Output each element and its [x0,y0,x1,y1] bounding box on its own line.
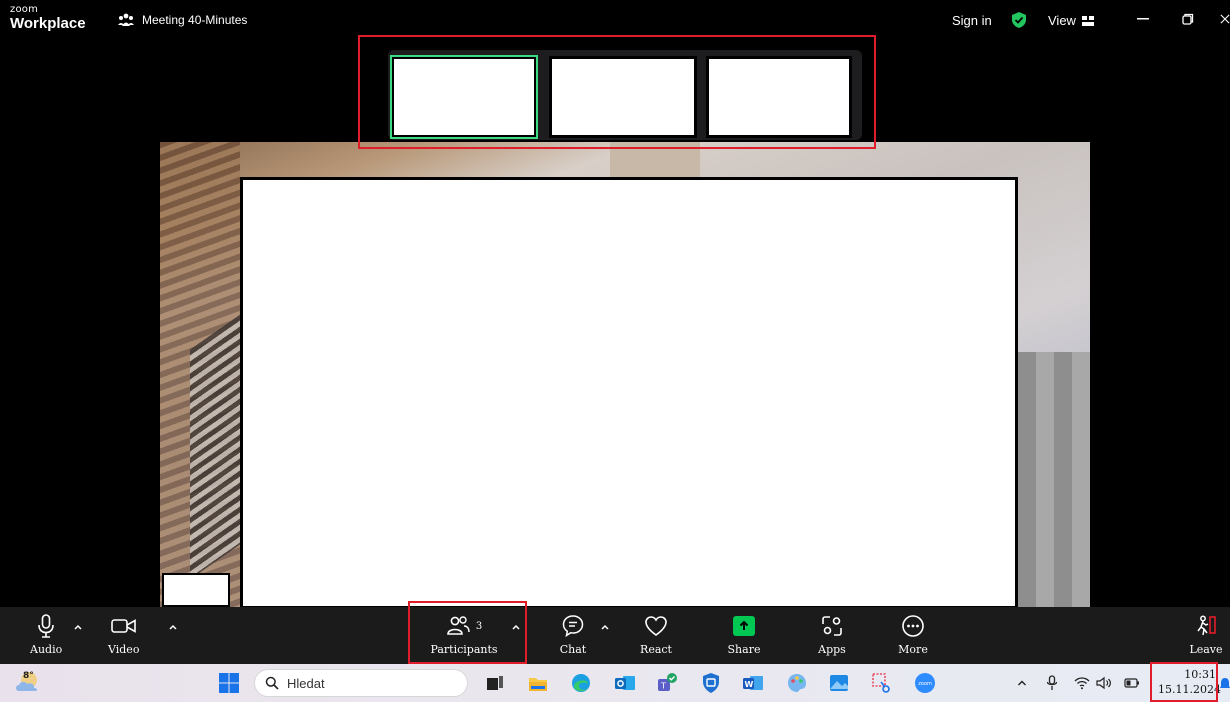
participants-count-badge: 3 [475,620,483,632]
chat-bubble-icon [562,615,584,638]
photos-icon[interactable] [828,672,850,694]
app-logo: zoom Workplace [10,4,86,32]
defender-shield-icon[interactable] [700,672,722,694]
chat-label: Chat [559,643,587,656]
brand-name-label: Workplace [10,15,86,32]
participant-thumbnail[interactable] [390,55,538,139]
restore-button[interactable] [1179,10,1197,28]
task-view-icon[interactable] [484,672,506,694]
participant-thumbnail[interactable] [706,56,852,138]
close-icon [1220,14,1230,24]
video-label: Video [108,643,140,656]
apps-icon [822,616,842,636]
tray-microphone-icon[interactable] [1044,675,1060,691]
grid-view-icon [1081,15,1094,26]
svg-text:T: T [660,682,666,691]
participants-button[interactable]: 3 Participants [418,613,510,656]
more-button[interactable]: More [895,613,931,656]
clock-time: 10:31 [1184,668,1216,681]
taskbar-clock[interactable]: 10:31 15.11.2024 [1158,667,1221,697]
outlook-icon[interactable] [614,672,636,694]
weather-temperature: 8° [23,671,34,681]
meeting-control-bar: Audio Video 3 Participants Chat React Sh… [0,601,1230,664]
video-button[interactable]: Video [108,613,139,656]
clock-date: 15.11.2024 [1158,683,1221,696]
word-icon[interactable]: W [742,672,764,694]
brand-small-label: zoom [10,4,39,15]
participant-thumbnail-strip [388,50,862,140]
battery-icon[interactable] [1124,675,1140,691]
view-menu-button[interactable]: View [1048,13,1094,28]
windows-start-icon[interactable] [218,672,240,694]
meeting-info[interactable]: Meeting 40-Minutes [118,13,247,27]
sign-in-button[interactable]: Sign in [952,13,992,28]
shared-screen-content[interactable] [240,177,1018,609]
share-screen-icon [733,616,755,636]
teams-icon[interactable]: T [656,672,678,694]
more-label: More [898,643,928,656]
sign-in-label: Sign in [952,13,992,28]
video-options-chevron-up-icon[interactable] [167,621,179,633]
title-bar: zoom Workplace Meeting 40-Minutes Sign i… [0,0,1230,42]
leave-door-icon [1197,615,1216,636]
edge-browser-icon[interactable] [570,672,592,694]
svg-text:W: W [745,680,754,689]
minimize-icon [1137,18,1149,20]
leave-meeting-button[interactable]: Leave [1188,613,1224,656]
zoom-app-icon[interactable]: zoom [914,672,936,694]
apps-button[interactable]: Apps [814,613,850,656]
view-label: View [1048,13,1076,28]
microphone-icon [38,614,54,638]
volume-icon[interactable] [1096,675,1112,691]
participants-group-icon [118,13,134,26]
snipping-tool-icon[interactable] [871,672,893,694]
show-hidden-icons-chevron-up-icon[interactable] [1014,675,1030,691]
audio-options-chevron-up-icon[interactable] [72,621,84,633]
share-screen-button[interactable]: Share [726,613,762,656]
share-label: Share [727,643,761,656]
video-background-detail [1018,352,1090,607]
svg-text:zoom: zoom [918,681,932,687]
notification-bell-icon[interactable] [1220,676,1230,690]
paint-icon[interactable] [786,672,808,694]
heart-icon [645,616,667,636]
self-view-thumbnail[interactable] [162,573,230,607]
audio-button[interactable]: Audio [30,613,62,656]
meeting-title: Meeting 40-Minutes [142,13,248,27]
restore-icon [1182,13,1194,25]
react-button[interactable]: React [638,613,674,656]
participants-label: Participants [430,643,498,656]
search-placeholder: Hledat [287,675,325,691]
apps-label: Apps [818,643,846,656]
video-background-detail [610,142,700,182]
meeting-stage [0,35,1230,609]
windows-taskbar: 8° Hledat T W zoom 10:31 15.11.2024 [0,662,1230,702]
file-explorer-icon[interactable] [527,672,549,694]
video-background-detail [190,314,240,580]
more-options-icon [902,615,924,637]
minimize-button[interactable] [1134,10,1152,28]
audio-label: Audio [30,643,63,656]
wifi-icon[interactable] [1074,675,1090,691]
close-button[interactable] [1220,10,1230,28]
participant-thumbnail[interactable] [549,56,697,138]
encryption-shield-icon[interactable] [1010,11,1028,29]
react-label: React [640,643,672,656]
weather-widget[interactable]: 8° [14,669,42,695]
chat-button[interactable]: Chat [558,613,588,656]
video-camera-icon [110,619,136,633]
chat-options-chevron-up-icon[interactable] [599,621,611,633]
taskbar-search-input[interactable]: Hledat [254,669,468,697]
participants-options-chevron-up-icon[interactable] [510,621,522,633]
search-icon [265,676,279,690]
leave-label: Leave [1189,643,1223,656]
participants-icon [447,616,470,635]
